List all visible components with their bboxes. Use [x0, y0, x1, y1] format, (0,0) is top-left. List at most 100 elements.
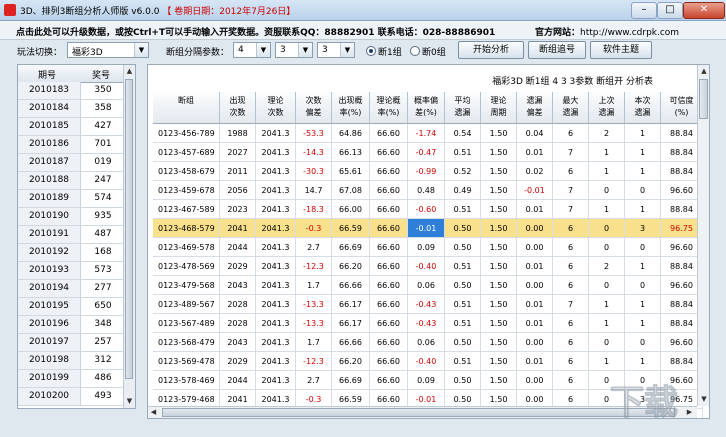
table-cell: -1.74 [408, 124, 445, 143]
table-row[interactable]: 0123-569-478 2029 2041.3 -12.3 66.20 66.60 -0.… [153, 352, 703, 371]
table-cell: -0.40 [408, 257, 445, 276]
column-header[interactable]: 理论概 率(%) [370, 92, 408, 124]
scroll-thumb[interactable] [125, 79, 133, 379]
table-row[interactable]: 0123-478-569 2029 2041.3 -12.3 66.20 66.60 -0.… [153, 257, 703, 276]
draw-row[interactable]: 2010191 487 [18, 226, 124, 244]
draw-issue-cell: 2010183 [18, 82, 81, 99]
table-row[interactable]: 0123-457-689 2027 2041.3 -14.3 66.13 66.60 -0.… [153, 143, 703, 162]
table-cell: 66.00 [332, 200, 370, 219]
draw-row[interactable]: 2010198 312 [18, 352, 124, 370]
table-cell: 1988 [220, 124, 256, 143]
draw-number-cell: 573 [94, 265, 112, 275]
table-cell: 1.50 [481, 352, 517, 371]
table-cell: 2056 [220, 181, 256, 200]
table-cell: 2041 [220, 219, 256, 238]
draw-row[interactable]: 2010193 573 [18, 262, 124, 280]
close-button[interactable]: ✕ [683, 2, 725, 19]
table-row[interactable]: 0123-468-579 2041 2041.3 -0.3 66.59 66.60 -0.0… [153, 219, 703, 238]
table-row[interactable]: 0123-489-567 2028 2041.3 -13.3 66.17 66.60 -0.… [153, 295, 703, 314]
draw-issue-cell: 2010200 [18, 388, 81, 405]
scroll-thumb[interactable] [162, 408, 675, 417]
draw-row[interactable]: 2010194 277 [18, 280, 124, 298]
table-cell: 0.54 [445, 124, 481, 143]
column-header[interactable]: 理论 周期 [481, 92, 517, 124]
table-cell: 1.50 [481, 143, 517, 162]
draw-issue-cell: 2010188 [18, 172, 81, 189]
draw-row[interactable]: 2010184 358 [18, 100, 124, 118]
draw-row[interactable]: 2010185 427 [18, 118, 124, 136]
scroll-left-icon[interactable]: ◀ [148, 407, 159, 417]
draw-row[interactable]: 2010199 486 [18, 370, 124, 388]
table-cell: 66.60 [370, 352, 408, 371]
analysis-caption: 福彩3D 断1组 4 3 3参数 断组开 分析表 [492, 77, 653, 87]
draw-row[interactable]: 2010195 650 [18, 298, 124, 316]
table-row[interactable]: 0123-567-489 2028 2041.3 -13.3 66.17 66.60 -0.… [153, 314, 703, 333]
draw-number-cell: 487 [94, 229, 112, 239]
table-cell: 2 [589, 124, 625, 143]
table-row[interactable]: 0123-458-679 2011 2041.3 -30.3 65.61 66.60 -0.… [153, 162, 703, 181]
column-header[interactable]: 次数 偏差 [296, 92, 332, 124]
draw-issue-cell: 2010192 [18, 244, 81, 261]
column-header[interactable]: 出现概 率(%) [332, 92, 370, 124]
draw-row[interactable]: 2010186 701 [18, 136, 124, 154]
draw-row[interactable]: 2010197 257 [18, 334, 124, 352]
start-analysis-button[interactable]: 开始分析 [458, 41, 524, 59]
table-cell: 6 [553, 238, 589, 257]
mode-select[interactable]: 福彩3D ▼ [67, 42, 149, 58]
draw-issue-cell: 2010196 [18, 316, 81, 333]
column-header[interactable]: 本次 遗漏 [625, 92, 661, 124]
column-header[interactable]: 出现 次数 [220, 92, 256, 124]
radio-break-0[interactable]: 断0组 [410, 45, 446, 58]
scroll-thumb[interactable] [699, 79, 708, 119]
table-cell: 0.01 [517, 200, 553, 219]
table-cell: 1.50 [481, 371, 517, 390]
scroll-up-icon[interactable]: ▲ [124, 65, 135, 77]
draw-number-cell: 312 [94, 355, 112, 365]
group-chase-button[interactable]: 断组追号 [528, 41, 586, 59]
official-site-url[interactable]: http://www.cdrpk.com [580, 28, 679, 38]
table-cell: 1.7 [296, 276, 332, 295]
table-row[interactable]: 0123-469-578 2044 2041.3 2.7 66.69 66.60 0.09 0… [153, 238, 703, 257]
param-3-select[interactable]: 3 ▼ [317, 42, 355, 58]
draw-row[interactable]: 2010200 493 [18, 388, 124, 406]
table-cell: -0.01 [408, 219, 445, 238]
draw-row[interactable]: 2010196 348 [18, 316, 124, 334]
col-header-number: 奖号 [92, 71, 111, 81]
draw-row[interactable]: 2010189 574 [18, 190, 124, 208]
update-data-link[interactable]: 点击此处可以升级数据，或按Ctrl+T可以手动输入开奖数据。资服联系QQ：888… [16, 25, 495, 38]
table-cell: 0.04 [517, 124, 553, 143]
table-row[interactable]: 0123-479-568 2043 2041.3 1.7 66.66 66.60 0.06 0… [153, 276, 703, 295]
column-header[interactable]: 概率偏 差(%) [408, 92, 445, 124]
column-header[interactable]: 断组 [153, 92, 220, 124]
param-2-select[interactable]: 3 ▼ [275, 42, 313, 58]
column-header[interactable]: 遗漏 偏差 [517, 92, 553, 124]
minimize-button[interactable]: – [631, 2, 657, 19]
param-1-select[interactable]: 4 ▼ [233, 42, 271, 58]
software-theme-button[interactable]: 软件主题 [590, 41, 652, 59]
table-cell: 0 [589, 219, 625, 238]
analysis-vertical-scrollbar[interactable]: ▲ ▼ [697, 65, 709, 406]
draw-row[interactable]: 2010190 935 [18, 208, 124, 226]
table-cell: 66.66 [332, 333, 370, 352]
table-row[interactable]: 0123-467-589 2023 2041.3 -18.3 66.00 66.60 -0.… [153, 200, 703, 219]
draw-row[interactable]: 2010187 019 [18, 154, 124, 172]
draw-history-scrollbar[interactable]: ▲ ▼ [123, 65, 135, 408]
draw-row[interactable]: 2010183 350 [18, 82, 124, 100]
table-row[interactable]: 0123-459-678 2056 2041.3 14.7 67.08 66.60 0.48… [153, 181, 703, 200]
radio-break-1[interactable]: 断1组 [366, 45, 402, 58]
draw-row[interactable]: 2010192 168 [18, 244, 124, 262]
table-cell: 7 [553, 143, 589, 162]
column-header[interactable]: 理论 次数 [256, 92, 296, 124]
table-cell: -12.3 [296, 352, 332, 371]
radio-break-1-label: 断1组 [378, 48, 402, 58]
table-cell: -13.3 [296, 295, 332, 314]
table-row[interactable]: 0123-456-789 1988 2041.3 -53.3 64.86 66.60 -1.… [153, 124, 703, 143]
table-row[interactable]: 0123-568-479 2043 2041.3 1.7 66.66 66.60 0.06 0… [153, 333, 703, 352]
scroll-down-icon[interactable]: ▼ [124, 395, 135, 407]
draw-row[interactable]: 2010188 247 [18, 172, 124, 190]
column-header[interactable]: 最大 遗漏 [553, 92, 589, 124]
maximize-button[interactable]: □ [657, 2, 683, 19]
scroll-up-icon[interactable]: ▲ [698, 65, 709, 77]
column-header[interactable]: 平均 遗漏 [445, 92, 481, 124]
column-header[interactable]: 上次 遗漏 [589, 92, 625, 124]
